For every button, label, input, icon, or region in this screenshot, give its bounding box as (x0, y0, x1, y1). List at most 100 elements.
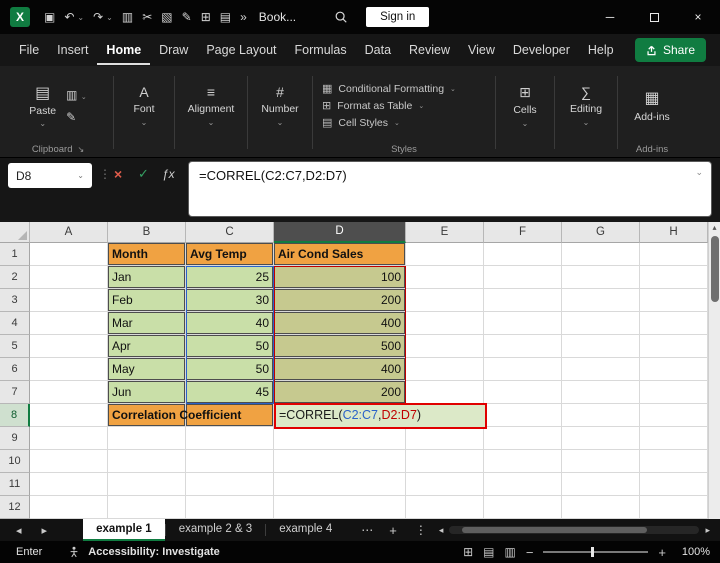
cell-D1[interactable]: Air Cond Sales (274, 243, 406, 266)
column-header-C[interactable]: C (186, 222, 274, 243)
more-commands-icon[interactable]: » (240, 10, 247, 24)
enter-icon[interactable]: ✓ (138, 166, 149, 182)
column-header-A[interactable]: A (30, 222, 108, 243)
cell-B3[interactable]: Feb (108, 289, 186, 312)
cell-E10[interactable] (406, 450, 484, 473)
cancel-icon[interactable]: × (114, 166, 122, 182)
zoom-out-button[interactable]: − (526, 545, 534, 560)
cell-D7[interactable]: 200 (274, 381, 406, 404)
cell-F6[interactable] (484, 358, 562, 381)
cell-H10[interactable] (640, 450, 708, 473)
maximize-button[interactable] (632, 0, 676, 34)
zoom-slider[interactable] (543, 551, 648, 553)
cut-icon[interactable]: ✂ (142, 10, 152, 24)
sign-in-button[interactable]: Sign in (366, 7, 429, 27)
cell-H7[interactable] (640, 381, 708, 404)
hscroll-left-icon[interactable]: ◂ (439, 525, 444, 536)
cell-C12[interactable] (186, 496, 274, 519)
excel-logo-icon[interactable]: X (10, 7, 30, 27)
row-header-7[interactable]: 7 (0, 381, 30, 404)
paste-button[interactable]: ▤ Paste ⌄ (29, 83, 56, 128)
cell-E1[interactable] (406, 243, 484, 266)
tab-help[interactable]: Help (579, 36, 623, 65)
cell-C4[interactable]: 40 (186, 312, 274, 335)
cell-G1[interactable] (562, 243, 640, 266)
minimize-button[interactable]: ─ (588, 0, 632, 34)
sheet-tab-example-2-3[interactable]: example 2 & 3 (166, 519, 266, 541)
cell-G2[interactable] (562, 266, 640, 289)
view-normal-icon[interactable]: ⊞ (463, 545, 473, 559)
cell-E7[interactable] (406, 381, 484, 404)
cell-E6[interactable] (406, 358, 484, 381)
cell-D6[interactable]: 400 (274, 358, 406, 381)
cell-G4[interactable] (562, 312, 640, 335)
formula-edit-cell[interactable]: =CORREL(C2:C7,D2:D7) (274, 403, 487, 429)
row-header-11[interactable]: 11 (0, 473, 30, 496)
sheet-options-icon[interactable]: ⋮ (415, 523, 427, 537)
font-group-button[interactable]: A Font ⌄ (119, 70, 169, 157)
cell-H6[interactable] (640, 358, 708, 381)
cell-D9[interactable] (274, 427, 406, 450)
cell-G5[interactable] (562, 335, 640, 358)
cell-H1[interactable] (640, 243, 708, 266)
column-header-B[interactable]: B (108, 222, 186, 243)
horizontal-scroll-thumb[interactable] (462, 527, 647, 533)
cell-G11[interactable] (562, 473, 640, 496)
cell-C1[interactable]: Avg Temp (186, 243, 274, 266)
share-button[interactable]: Share (635, 38, 706, 62)
cell-F5[interactable] (484, 335, 562, 358)
redo-icon[interactable]: ↷ (93, 10, 103, 24)
cell-B7[interactable]: Jun (108, 381, 186, 404)
column-header-F[interactable]: F (484, 222, 562, 243)
cell-C10[interactable] (186, 450, 274, 473)
row-header-8[interactable]: 8 (0, 404, 30, 427)
accessibility-status[interactable]: Accessibility: Investigate (88, 546, 219, 558)
alignment-group-button[interactable]: ≡ Alignment ⌄ (180, 70, 242, 157)
cell-F10[interactable] (484, 450, 562, 473)
cell-D4[interactable]: 400 (274, 312, 406, 335)
cell-G8[interactable] (562, 404, 640, 427)
cell-G10[interactable] (562, 450, 640, 473)
add-ins-button[interactable]: ▦ Add-ins (623, 70, 681, 141)
cell-E2[interactable] (406, 266, 484, 289)
row-header-9[interactable]: 9 (0, 427, 30, 450)
save-icon[interactable]: ▣ (44, 10, 55, 24)
cell-H2[interactable] (640, 266, 708, 289)
sheet-tab-example-4[interactable]: example 4 (266, 519, 345, 541)
cell-H3[interactable] (640, 289, 708, 312)
cell-D5[interactable]: 500 (274, 335, 406, 358)
cell-A5[interactable] (30, 335, 108, 358)
cell-B9[interactable] (108, 427, 186, 450)
table-icon[interactable]: ⊞ (201, 10, 211, 24)
cell-G12[interactable] (562, 496, 640, 519)
undo-chevron-icon[interactable]: ⌄ (77, 13, 84, 22)
number-group-button[interactable]: # Number ⌄ (253, 70, 307, 157)
cell-A6[interactable] (30, 358, 108, 381)
zoom-level[interactable]: 100% (676, 546, 710, 558)
insert-function-icon[interactable]: ƒx (162, 167, 175, 181)
cell-F12[interactable] (484, 496, 562, 519)
cell-F9[interactable] (484, 427, 562, 450)
tab-home[interactable]: Home (97, 36, 150, 65)
cell-B12[interactable] (108, 496, 186, 519)
name-box-chevron-icon[interactable]: ⌄ (77, 171, 84, 180)
tab-view[interactable]: View (459, 36, 504, 65)
cell-A7[interactable] (30, 381, 108, 404)
draw-icon[interactable]: ✎ (182, 10, 192, 24)
sheet-tab-example-1[interactable]: example 1 (83, 519, 165, 541)
cell-D10[interactable] (274, 450, 406, 473)
hscroll-right-icon[interactable]: ▸ (705, 525, 710, 536)
select-all-corner[interactable] (0, 222, 30, 243)
cell-F8[interactable] (484, 404, 562, 427)
cell-H5[interactable] (640, 335, 708, 358)
cell-A1[interactable] (30, 243, 108, 266)
cell-A9[interactable] (30, 427, 108, 450)
row-header-10[interactable]: 10 (0, 450, 30, 473)
tab-developer[interactable]: Developer (504, 36, 579, 65)
new-sheet-button[interactable]: + (389, 523, 397, 538)
name-box[interactable]: D8 ⌄ (8, 163, 92, 188)
scroll-up-icon[interactable]: ▴ (709, 222, 720, 233)
undo-icon[interactable]: ↶ (64, 10, 74, 24)
cell-A8[interactable] (30, 404, 108, 427)
cell-H8[interactable] (640, 404, 708, 427)
